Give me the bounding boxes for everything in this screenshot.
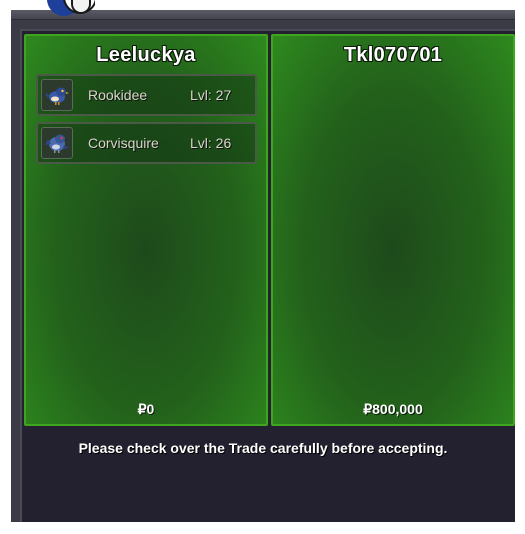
- trade-screen: Leeluckya Rookidee Lvl: 27 Corvisquire L…: [0, 0, 525, 534]
- rookidee-sprite-icon: [41, 79, 73, 111]
- pokemon-level: Lvl: 26: [190, 135, 232, 151]
- pokemon-name: Rookidee: [88, 87, 148, 103]
- right-trader-name: Tkl070701: [343, 44, 443, 66]
- left-trader-money: ₽0: [137, 401, 155, 417]
- right-trader-money: ₽800,000: [363, 401, 423, 417]
- offered-pokemon-slot[interactable]: Corvisquire Lvl: 26: [36, 122, 257, 164]
- pokeball-icon: [39, 0, 95, 26]
- right-trader-panel: Tkl070701 ₽800,000: [271, 34, 515, 426]
- trade-notice-text: Please check over the Trade carefully be…: [78, 440, 448, 456]
- left-trader-name: Leeluckya: [96, 44, 196, 66]
- offered-pokemon-slot[interactable]: Rookidee Lvl: 27: [36, 74, 257, 116]
- pokemon-level: Lvl: 27: [190, 87, 232, 103]
- pokemon-name: Corvisquire: [88, 135, 159, 151]
- left-trader-panel: Leeluckya Rookidee Lvl: 27 Corvisquire L…: [24, 34, 268, 426]
- corvisquire-sprite-icon: [41, 127, 73, 159]
